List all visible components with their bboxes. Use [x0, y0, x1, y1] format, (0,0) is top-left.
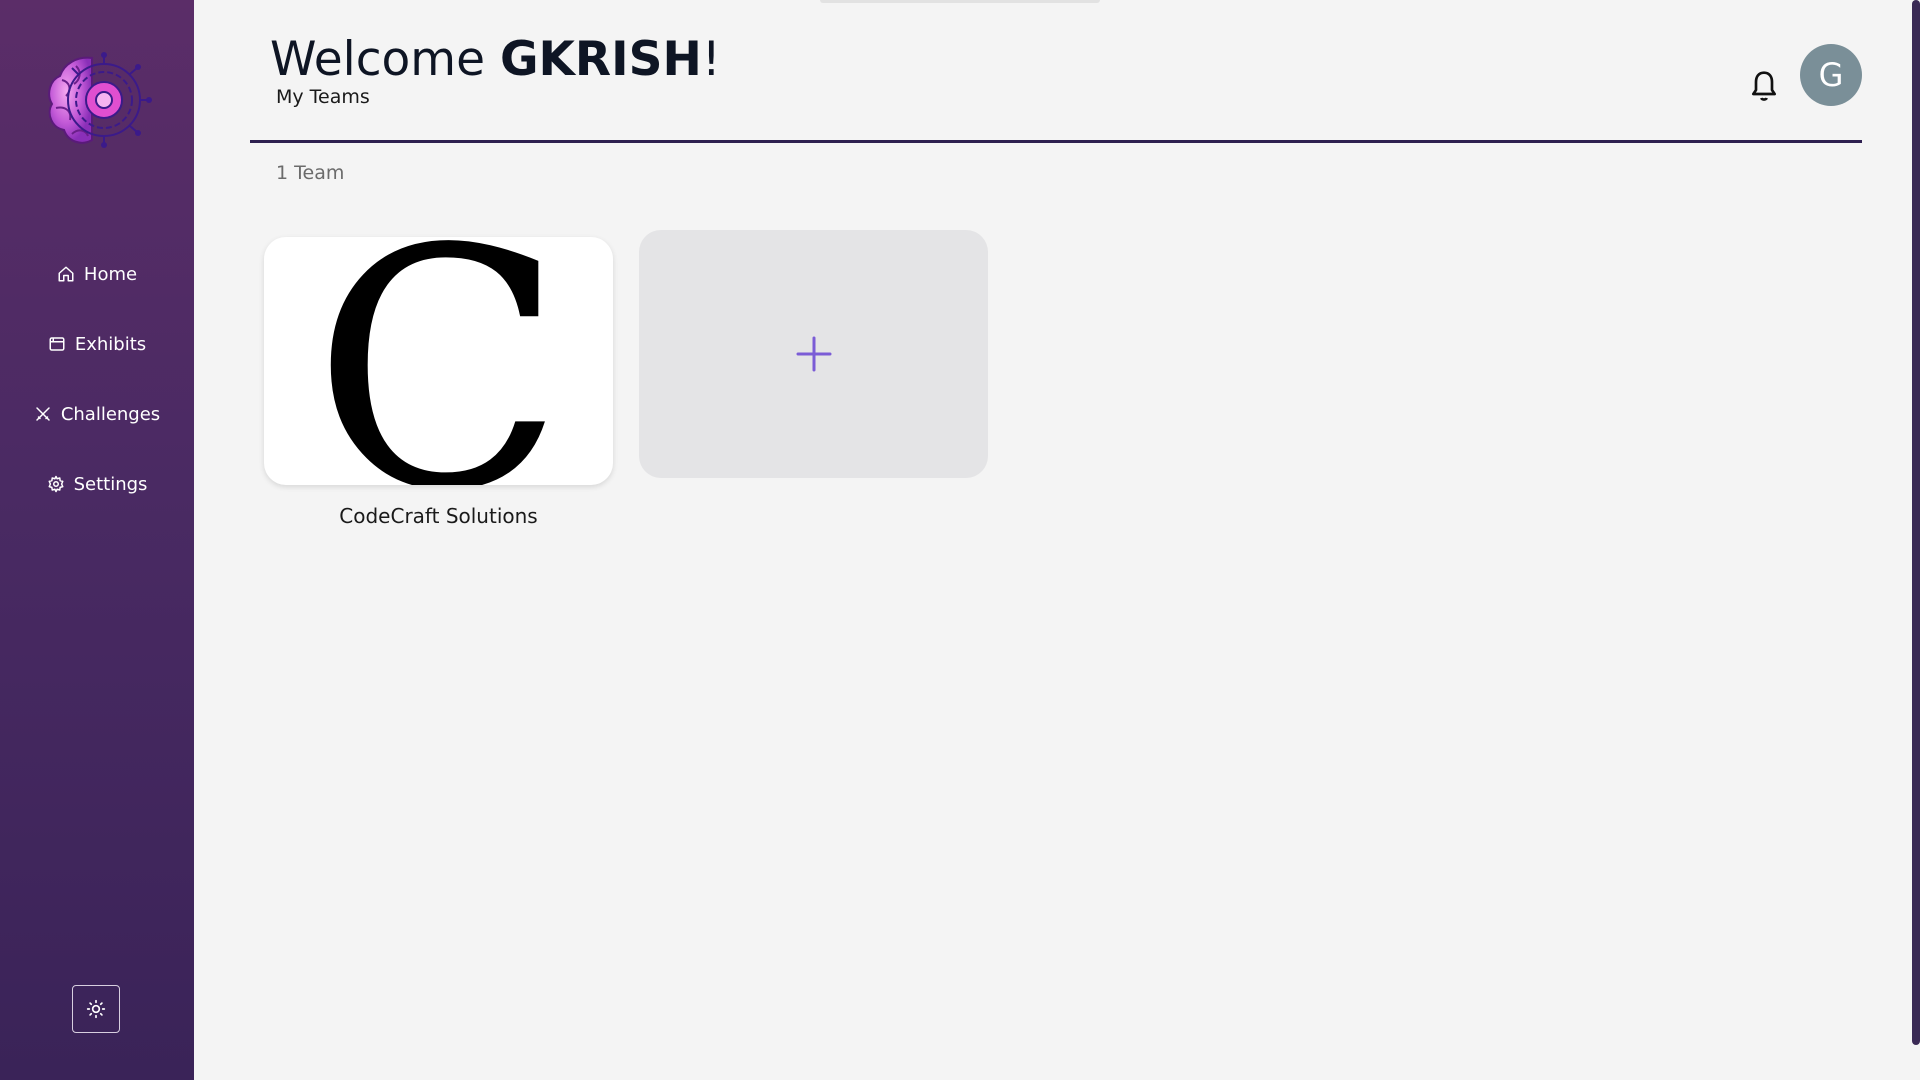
avatar[interactable]: G: [1800, 44, 1862, 106]
welcome-suffix: !: [701, 32, 721, 87]
sidebar: Home Exhibits Challenges Settings: [0, 0, 194, 1080]
username: GKRISH: [499, 32, 702, 87]
app-root: Home Exhibits Challenges Settings Welcom…: [0, 0, 1920, 1080]
page-subtitle: My Teams: [276, 86, 370, 108]
header-divider: [250, 140, 1862, 143]
sidebar-item-challenges[interactable]: Challenges: [0, 394, 194, 434]
brain-logo-icon[interactable]: [42, 50, 154, 152]
scrollbar[interactable]: [1912, 0, 1920, 1045]
sidebar-item-exhibits[interactable]: Exhibits: [0, 324, 194, 364]
team-name[interactable]: CodeCraft Solutions: [264, 504, 613, 528]
sidebar-item-home[interactable]: Home: [0, 254, 194, 294]
theme-toggle-button[interactable]: [72, 985, 120, 1033]
gear-icon: [48, 475, 64, 493]
team-card[interactable]: C: [264, 237, 613, 485]
sidebar-item-label: Exhibits: [74, 333, 147, 355]
plus-icon: [796, 336, 831, 372]
add-team-button[interactable]: [639, 230, 988, 478]
top-tab-indicator: [820, 0, 1100, 3]
sidebar-item-settings[interactable]: Settings: [0, 464, 194, 504]
sidebar-item-label: Home: [83, 263, 138, 285]
team-logo: C: [312, 237, 565, 485]
team-count: 1 Team: [276, 162, 345, 184]
notification-bell-icon[interactable]: [1748, 68, 1780, 104]
sidebar-item-label: Challenges: [60, 403, 161, 425]
page-title: Welcome GKRISH!: [270, 30, 721, 90]
swords-icon: [36, 407, 50, 421]
home-icon: [58, 266, 74, 282]
exhibits-icon: [49, 337, 65, 351]
sun-icon: [86, 999, 106, 1019]
welcome-prefix: Welcome: [270, 32, 500, 87]
sidebar-item-label: Settings: [73, 473, 148, 495]
